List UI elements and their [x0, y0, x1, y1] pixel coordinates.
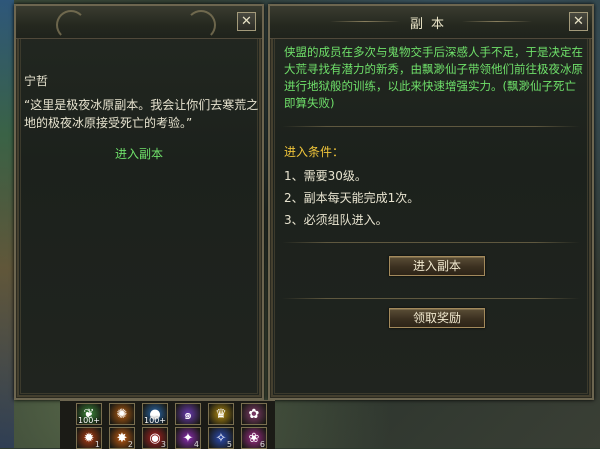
crown-skill-slot[interactable]: ♛	[208, 403, 234, 425]
dungeon-panel: 副本 ✕ 侠盟的成员在多次与鬼物交手后深感人手不足，于是决定在大荒寻找有潜力的新…	[268, 4, 594, 400]
npc-dialog-header	[16, 6, 262, 39]
close-icon: ✕	[241, 14, 252, 29]
close-button[interactable]: ✕	[237, 12, 256, 31]
magenta-icon: ❀	[248, 430, 260, 446]
fire-swirl-icon: ✺	[116, 406, 128, 422]
purple-flame-icon: ✦	[182, 430, 194, 446]
npc-speech-text: “这里是极夜冰原副本。我会让你们去寒荒之地的极夜冰原接受死亡的考验。”	[24, 98, 259, 130]
npc-name: 宁哲	[24, 74, 49, 88]
header-ornament-icon	[56, 10, 86, 40]
leaf-skill-slot[interactable]: ❦ 100+	[76, 403, 102, 425]
game-world-edge	[0, 0, 14, 448]
divider	[282, 126, 580, 127]
purple-flame-skill-slot[interactable]: ✦ 4	[175, 427, 201, 449]
dungeon-description: 侠盟的成员在多次与鬼物交手后深感人手不足，于是决定在大荒寻找有潜力的新秀，由飘渺…	[284, 45, 583, 110]
claim-reward-button[interactable]: 领取奖励	[389, 308, 485, 328]
fire-orb-icon: ✸	[116, 430, 128, 446]
flame-skill-slot[interactable]: ✹ 1	[76, 427, 102, 449]
purple-spiral-skill-slot[interactable]: ๑	[175, 403, 201, 425]
swirl-icon: ✿	[248, 406, 260, 422]
flame-icon: ✹	[83, 430, 95, 446]
condition-item: 2、副本每天能完成1次。	[284, 191, 420, 205]
item-count: 100+	[78, 416, 100, 425]
skill-bar: ❦ 100+ ✺ ● 100+ ๑ ♛ ✿ ✹ 1 ✸ 2 ◉ 3 ✦ 4 ✧ 5 ❀ 6	[60, 400, 275, 449]
magenta-skill-slot[interactable]: ❀ 6	[241, 427, 267, 449]
blue-orb-skill-slot[interactable]: ● 100+	[142, 403, 168, 425]
conditions-list: 1、需要30级。 2、副本每天能完成1次。 3、必须组队进入。	[284, 168, 419, 234]
close-icon: ✕	[573, 14, 584, 29]
divider	[282, 242, 580, 243]
conditions-title: 进入条件：	[284, 145, 345, 159]
fire-swirl-skill-slot[interactable]: ✺	[109, 403, 135, 425]
swirl-skill-slot[interactable]: ✿	[241, 403, 267, 425]
condition-item: 1、需要30级。	[284, 169, 367, 183]
blue-flame-icon: ✧	[215, 430, 227, 446]
fire-orb-skill-slot[interactable]: ✸ 2	[109, 427, 135, 449]
item-count: 100+	[144, 416, 166, 425]
red-orb-icon: ◉	[149, 430, 161, 446]
panel-title: 副本	[409, 17, 452, 32]
enter-dungeon-link[interactable]: 进入副本	[16, 145, 262, 162]
divider	[282, 298, 580, 299]
purple-spiral-icon: ๑	[183, 407, 193, 423]
red-orb-skill-slot[interactable]: ◉ 3	[142, 427, 168, 449]
header-ornament-icon	[186, 10, 216, 40]
enter-dungeon-button[interactable]: 进入副本	[389, 256, 485, 276]
close-button[interactable]: ✕	[569, 12, 588, 31]
blue-flame-skill-slot[interactable]: ✧ 5	[208, 427, 234, 449]
crown-icon: ♛	[215, 406, 227, 422]
condition-item: 3、必须组队进入。	[284, 213, 388, 227]
npc-dialog-panel: ✕ 宁哲 “这里是极夜冰原副本。我会让你们去寒荒之地的极夜冰原接受死亡的考验。”…	[14, 4, 264, 400]
